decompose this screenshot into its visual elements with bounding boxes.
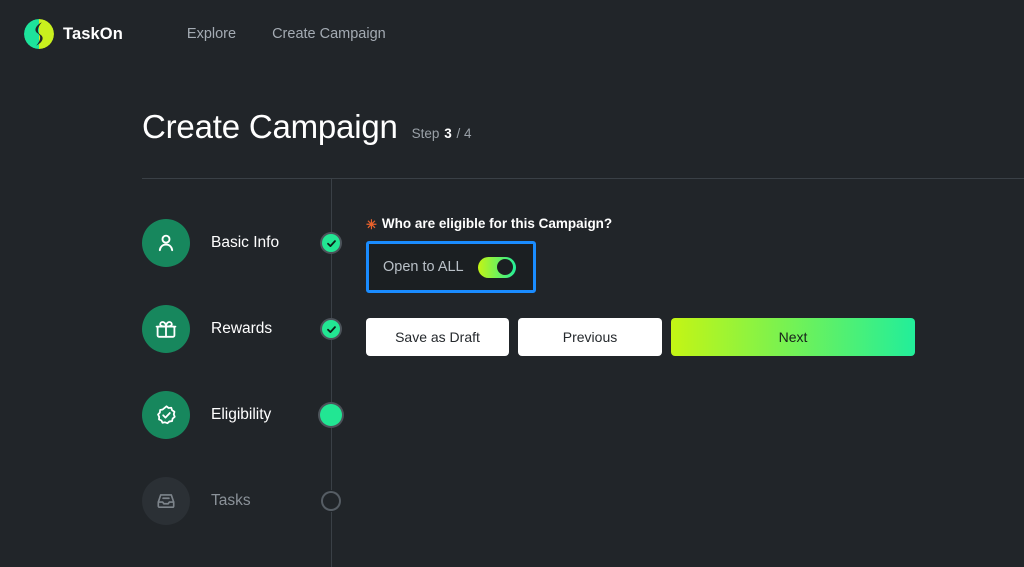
campaign-stepper: Basic Info Rewards Eligibility Tasks — [142, 200, 352, 544]
save-as-draft-button[interactable]: Save as Draft — [366, 318, 509, 356]
page-heading: Create Campaign Step 3 / 4 — [142, 108, 471, 146]
eligibility-question-label: ✳ Who are eligible for this Campaign? — [366, 216, 612, 231]
nav-link-create-campaign[interactable]: Create Campaign — [272, 26, 386, 42]
step-current-number: 3 — [444, 126, 452, 141]
stepper-item-rewards[interactable]: Rewards — [142, 286, 352, 372]
stepper-marker-rewards — [320, 318, 342, 340]
taskon-lightning-logo-icon — [24, 19, 54, 49]
stepper-item-basic-info[interactable]: Basic Info — [142, 200, 352, 286]
open-to-all-toggle[interactable] — [477, 256, 516, 278]
stepper-label-rewards: Rewards — [211, 320, 273, 337]
toggle-knob — [497, 259, 514, 275]
top-navigation-bar: TaskOn Explore Create Campaign — [0, 0, 1024, 68]
check-icon — [326, 239, 336, 247]
step-indicator: Step 3 / 4 — [412, 126, 472, 141]
step-total-label: / 4 — [456, 126, 472, 141]
page-title: Create Campaign — [142, 108, 398, 145]
brand-name-label: TaskOn — [63, 24, 123, 43]
stepper-label-basic-info: Basic Info — [211, 234, 280, 251]
eligibility-form: ✳ Who are eligible for this Campaign? Op… — [366, 216, 612, 293]
verified-badge-icon — [142, 391, 190, 439]
open-to-all-field[interactable]: Open to ALL — [366, 241, 536, 293]
gift-icon — [142, 305, 190, 353]
stepper-label-eligibility: Eligibility — [211, 406, 272, 423]
previous-button[interactable]: Previous — [518, 318, 662, 356]
user-icon — [142, 219, 190, 267]
check-icon — [326, 325, 336, 333]
stepper-item-eligibility[interactable]: Eligibility — [142, 372, 352, 458]
stepper-marker-eligibility — [320, 404, 342, 426]
header-divider — [142, 178, 1024, 179]
stepper-item-tasks[interactable]: Tasks — [142, 458, 352, 544]
step-word-label: Step — [411, 126, 440, 141]
nav-link-explore[interactable]: Explore — [187, 26, 236, 42]
required-asterisk-icon: ✳ — [366, 217, 377, 232]
form-action-bar: Save as Draft Previous Next — [366, 318, 915, 356]
nav-links: Explore Create Campaign — [187, 26, 386, 42]
stepper-marker-tasks — [320, 490, 342, 512]
stepper-marker-basic-info — [320, 232, 342, 254]
create-campaign-page: TaskOn Explore Create Campaign Create Ca… — [0, 0, 1024, 567]
inbox-tray-icon — [142, 477, 190, 525]
next-button[interactable]: Next — [671, 318, 915, 356]
open-to-all-label: Open to ALL — [383, 259, 464, 275]
stepper-label-tasks: Tasks — [211, 492, 251, 509]
eligibility-question-text: Who are eligible for this Campaign? — [381, 216, 613, 231]
brand-logo-link[interactable]: TaskOn — [24, 19, 123, 49]
